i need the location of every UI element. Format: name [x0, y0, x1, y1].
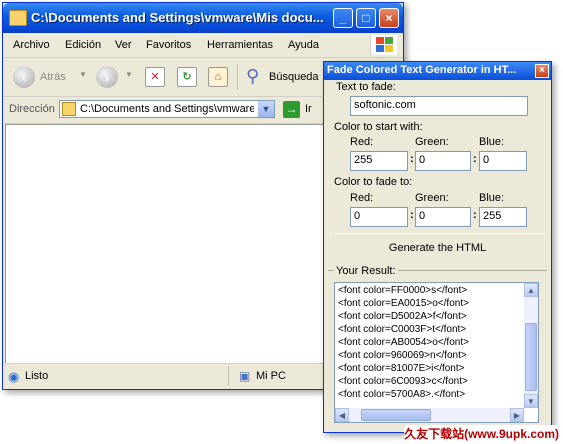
result-line: <font color=81007E>i</font> [338, 363, 465, 374]
search-icon[interactable]: ⚲ [246, 66, 259, 87]
result-line: <font color=EA0015>o</font> [338, 298, 469, 309]
chevron-down-icon[interactable]: ▼ [258, 101, 274, 117]
scroll-thumb[interactable] [361, 409, 431, 421]
back-arrow-icon[interactable]: ‹ [13, 66, 35, 88]
back-dropdown-icon[interactable]: ▼ [79, 70, 87, 79]
menu-ver[interactable]: Ver [115, 39, 132, 51]
fade-to-label: Color to fade to: [334, 176, 413, 188]
page-icon: ◉ [8, 369, 20, 384]
text-to-fade-label: Text to fade: [336, 81, 396, 93]
zone-text: Mi PC [256, 370, 286, 382]
your-result-label: Your Result: [334, 265, 398, 277]
close-icon[interactable]: × [535, 64, 549, 78]
maximize-button[interactable]: □ [356, 8, 376, 28]
result-line: <font color=C0003F>t</font> [338, 324, 467, 335]
fade-generator-window: Fade Colored Text Generator in HT... × T… [323, 61, 552, 433]
end-red-input[interactable]: 0 [350, 207, 408, 227]
result-line: <font color=AB0054>o</font> [338, 337, 469, 348]
minimize-button[interactable]: _ [333, 8, 353, 28]
fade-window-title: Fade Colored Text Generator in HT... [327, 64, 517, 76]
start-red-label: Red: [350, 136, 374, 148]
window-title: C:\Documents and Settings\vmware\Mis doc… [31, 10, 324, 25]
end-green-input[interactable]: 0 [415, 207, 471, 227]
explorer-titlebar[interactable]: C:\Documents and Settings\vmware\Mis doc… [3, 3, 403, 33]
folder-icon [62, 102, 76, 116]
forward-dropdown-icon[interactable]: ▼ [125, 70, 133, 79]
menu-archivo[interactable]: Archivo [13, 39, 50, 51]
colon-separator: : [473, 209, 477, 221]
computer-icon: ▣ [239, 369, 251, 383]
generate-html-button[interactable]: Generate the HTML [330, 233, 545, 262]
result-line: <font color=6C0093>c</font> [338, 376, 468, 387]
colon-separator: : [410, 209, 414, 221]
menu-herramientas[interactable]: Herramientas [207, 39, 273, 51]
scroll-right-icon[interactable]: ▶ [510, 408, 524, 422]
scroll-up-icon[interactable]: ▲ [524, 283, 538, 297]
result-line: <font color=960069>n</font> [338, 350, 467, 361]
start-green-label: Green: [415, 136, 449, 148]
colon-separator: : [410, 153, 414, 165]
stop-icon[interactable]: ✕ [145, 67, 165, 87]
address-value[interactable]: C:\Documents and Settings\vmware\ [80, 103, 254, 115]
go-label[interactable]: Ir [305, 103, 312, 115]
windows-logo-icon [370, 35, 397, 55]
end-green-label: Green: [415, 192, 449, 204]
site-watermark: 久友下载站(www.9upk.com) [404, 425, 559, 442]
address-input[interactable]: C:\Documents and Settings\vmware\ ▼ [59, 100, 275, 118]
forward-arrow-icon[interactable]: › [96, 66, 118, 88]
fade-titlebar[interactable]: Fade Colored Text Generator in HT... × [324, 62, 551, 80]
menu-edicion[interactable]: Edición [65, 39, 101, 51]
go-arrow-icon[interactable]: → [283, 101, 300, 118]
scroll-left-icon[interactable]: ◀ [335, 408, 349, 422]
address-label: Dirección [9, 103, 55, 115]
menu-bar: Archivo Edición Ver Favoritos Herramient… [3, 33, 403, 58]
result-line: <font color=5700A8>.</font> [338, 389, 466, 400]
colon-separator: : [473, 153, 477, 165]
result-textarea[interactable]: <font color=FF0000>s</font> <font color=… [334, 282, 539, 423]
close-button[interactable]: × [379, 8, 399, 28]
end-blue-label: Blue: [479, 192, 505, 204]
scroll-thumb[interactable] [525, 323, 537, 391]
back-label[interactable]: Atrás [40, 71, 66, 83]
start-green-input[interactable]: 0 [415, 151, 471, 171]
start-red-input[interactable]: 255 [350, 151, 408, 171]
scroll-down-icon[interactable]: ▼ [524, 394, 538, 408]
start-blue-label: Blue: [479, 136, 505, 148]
toolbar-separator [237, 64, 238, 90]
vertical-scrollbar[interactable]: ▲ ▼ [524, 283, 538, 408]
refresh-icon[interactable]: ↻ [177, 67, 197, 87]
folder-icon [9, 10, 27, 26]
status-text: Listo [25, 370, 49, 382]
result-line: <font color=FF0000>s</font> [338, 285, 468, 296]
start-color-label: Color to start with: [334, 121, 423, 133]
menu-favoritos[interactable]: Favoritos [146, 39, 191, 51]
text-to-fade-input[interactable]: softonic.com [350, 96, 528, 116]
end-blue-input[interactable]: 255 [479, 207, 527, 227]
home-icon[interactable]: ⌂ [208, 67, 228, 87]
search-label[interactable]: Búsqueda [269, 71, 319, 83]
result-line: <font color=D5002A>f</font> [338, 311, 467, 322]
horizontal-scrollbar[interactable]: ◀ ▶ [335, 408, 524, 422]
menu-ayuda[interactable]: Ayuda [288, 39, 319, 51]
status-separator [228, 366, 229, 386]
start-blue-input[interactable]: 0 [479, 151, 527, 171]
end-red-label: Red: [350, 192, 374, 204]
